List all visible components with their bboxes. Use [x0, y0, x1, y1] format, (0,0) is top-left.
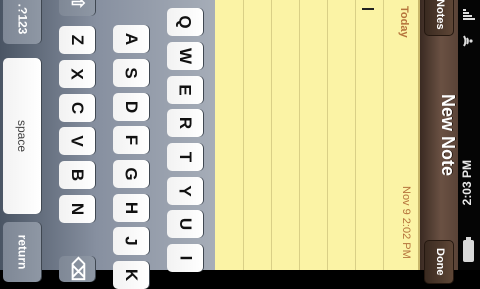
- delete-key[interactable]: ⌫: [59, 256, 95, 282]
- key-e[interactable]: E: [167, 76, 203, 104]
- numbers-key[interactable]: .?123: [3, 0, 41, 44]
- key-k[interactable]: K: [113, 261, 149, 289]
- note-rule-line: [383, 0, 384, 270]
- key-a[interactable]: A: [113, 25, 149, 53]
- key-j[interactable]: J: [113, 227, 149, 255]
- space-key[interactable]: space: [3, 58, 41, 214]
- key-u[interactable]: U: [167, 210, 203, 238]
- shift-key[interactable]: ⇧: [59, 0, 95, 16]
- key-q[interactable]: Q: [167, 8, 203, 36]
- key-z[interactable]: Z: [59, 26, 95, 54]
- note-rule-line: [355, 0, 356, 270]
- note-rule-line: [327, 0, 328, 270]
- status-time: 2:03 PM: [460, 160, 474, 206]
- done-button[interactable]: Done: [424, 240, 454, 284]
- key-g[interactable]: G: [113, 160, 149, 188]
- note-rule-line: [243, 0, 244, 270]
- key-t[interactable]: T: [167, 143, 203, 171]
- page-title: New Note: [438, 93, 458, 176]
- key-n[interactable]: N: [59, 195, 95, 223]
- note-date-label: Today: [398, 6, 410, 38]
- status-bar: 2:03 PM: [458, 0, 480, 270]
- wifi-icon: [463, 35, 473, 47]
- key-b[interactable]: B: [59, 161, 95, 189]
- key-y[interactable]: Y: [167, 177, 203, 205]
- key-s[interactable]: S: [113, 59, 149, 87]
- navigation-bar: Notes New Note Done: [420, 0, 458, 284]
- notes-back-button[interactable]: Notes: [424, 0, 454, 36]
- note-date-time: Nov 9 2:02 PM: [400, 186, 412, 259]
- key-w[interactable]: W: [167, 42, 203, 70]
- signal-icon: [463, 9, 475, 20]
- key-c[interactable]: C: [59, 94, 95, 122]
- text-cursor: [362, 8, 374, 10]
- key-i[interactable]: I: [167, 244, 203, 272]
- key-d[interactable]: D: [113, 93, 149, 121]
- keyboard: .?123 space return ⇧ Z X C V B N ⌫ A S D…: [0, 0, 215, 289]
- key-f[interactable]: F: [113, 126, 149, 154]
- note-rule-line: [271, 0, 272, 270]
- key-v[interactable]: V: [59, 127, 95, 155]
- battery-icon: [463, 237, 474, 262]
- return-key[interactable]: return: [3, 222, 41, 282]
- key-r[interactable]: R: [167, 109, 203, 137]
- note-rule-line: [299, 0, 300, 270]
- key-x[interactable]: X: [59, 60, 95, 88]
- key-h[interactable]: H: [113, 194, 149, 222]
